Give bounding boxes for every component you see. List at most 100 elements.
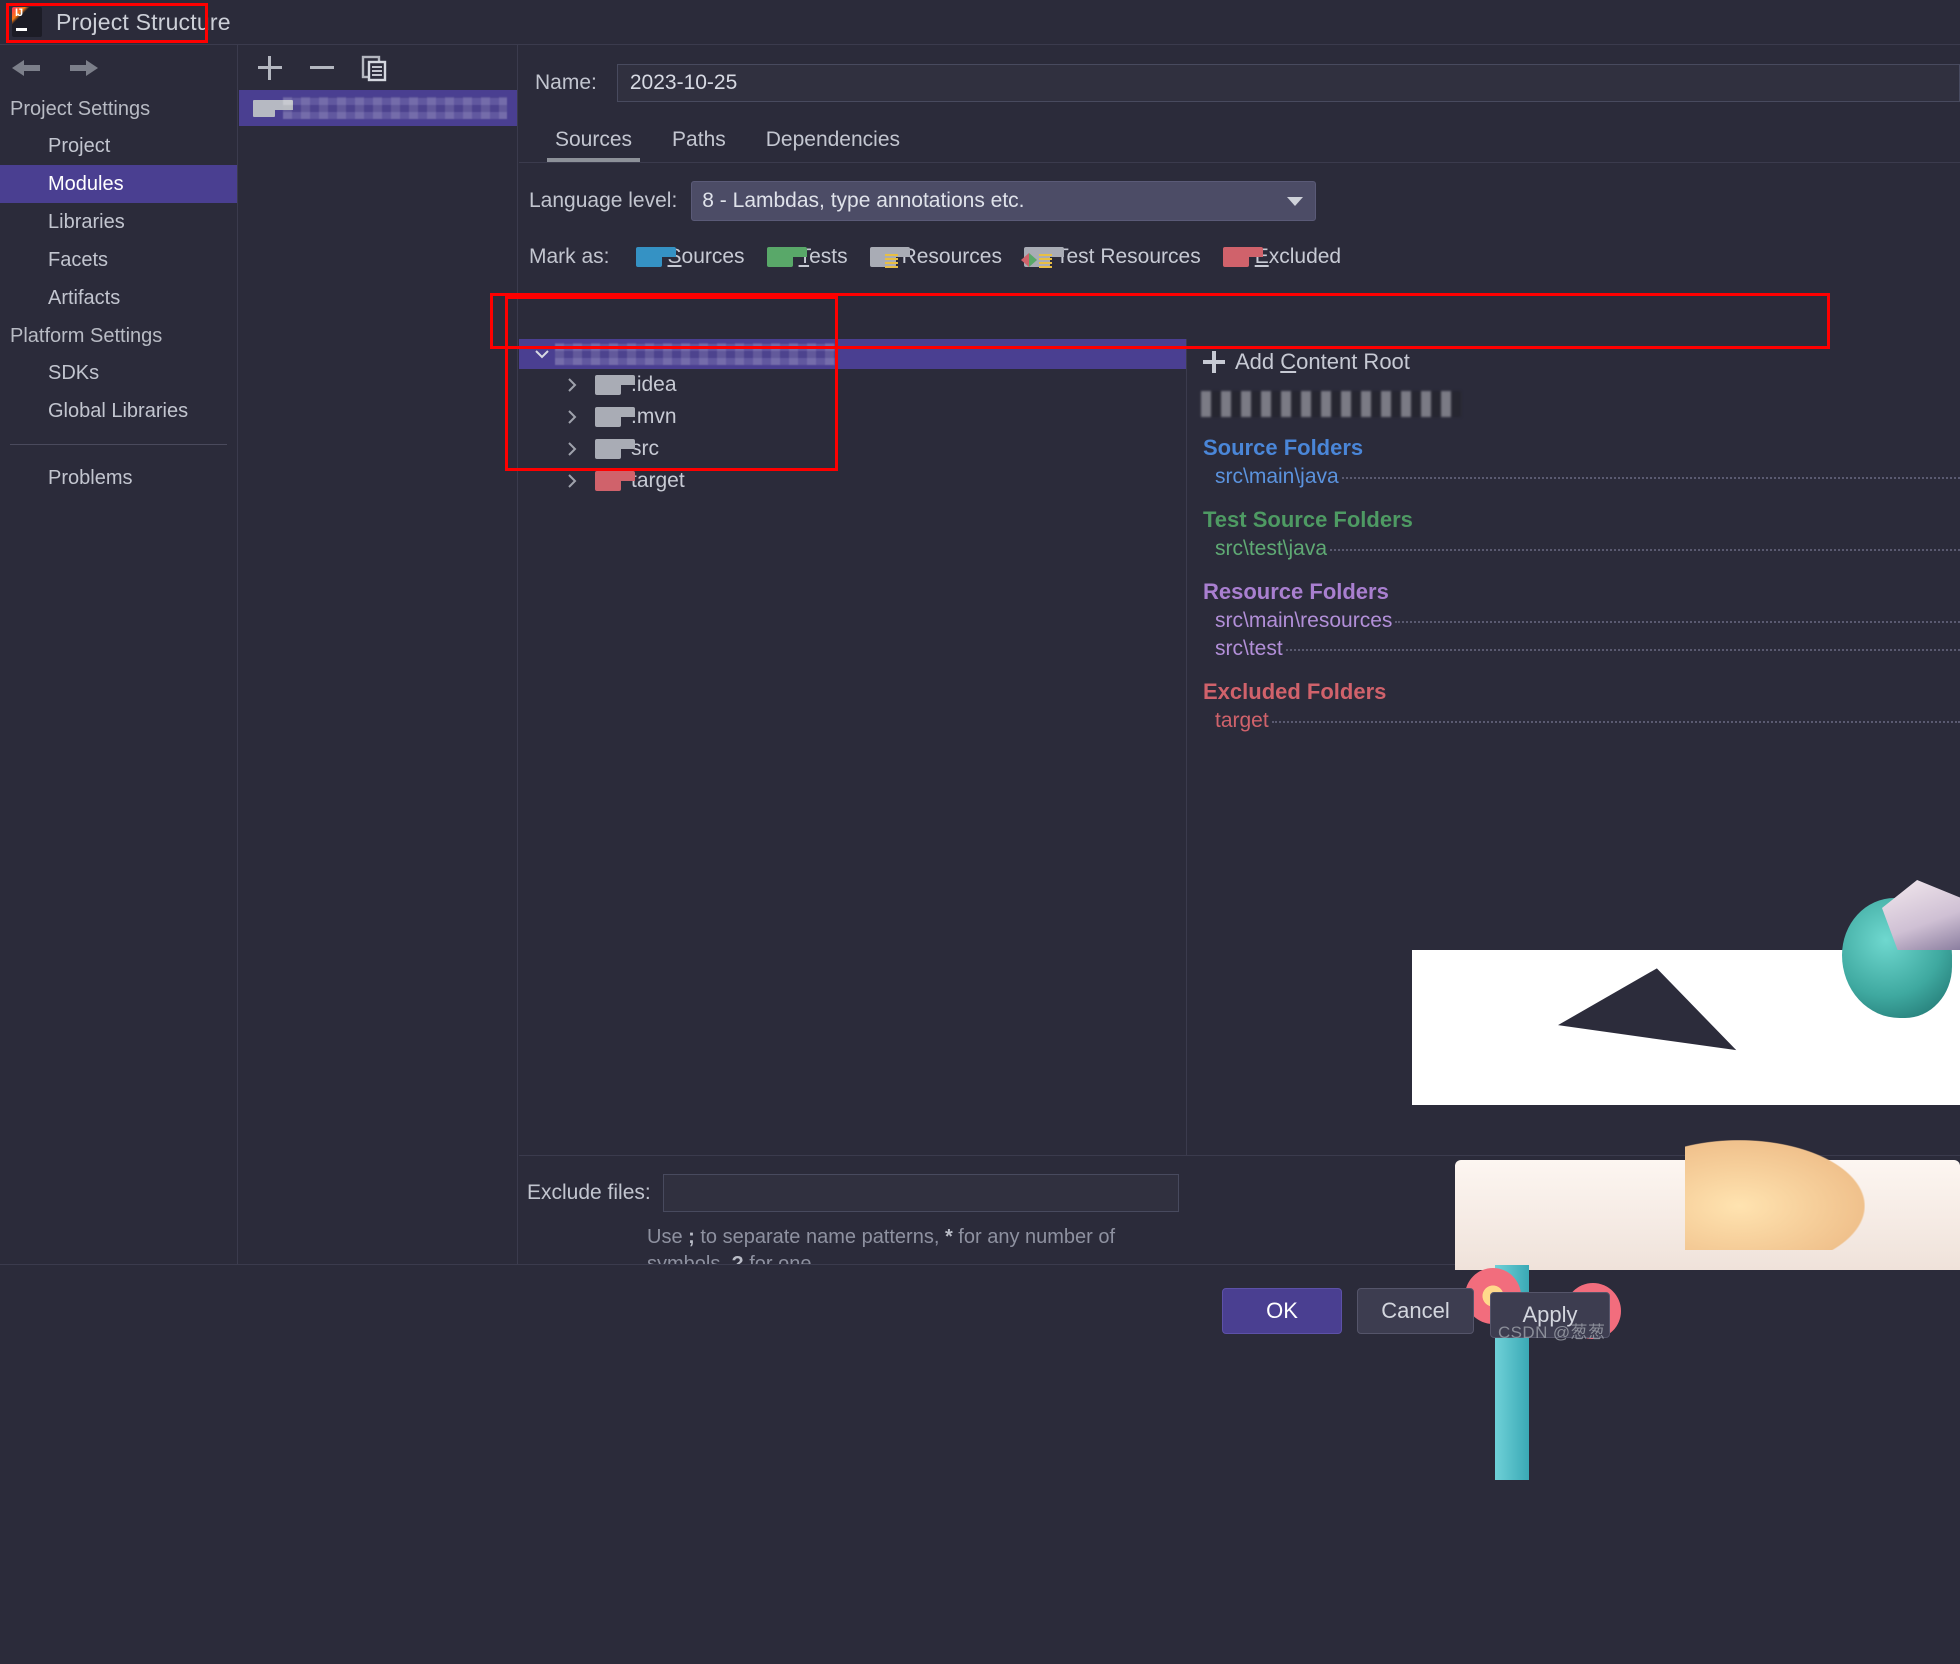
sidebar-divider bbox=[10, 444, 227, 445]
hint-text: Use bbox=[647, 1226, 689, 1248]
module-list-toolbar bbox=[239, 45, 517, 90]
mark-as-tests-button[interactable]: Tests bbox=[766, 245, 848, 269]
title-bar: Project Structure bbox=[0, 0, 1960, 45]
tree-root-label-redacted bbox=[555, 343, 835, 365]
tree-row[interactable]: .idea bbox=[519, 369, 1186, 401]
dotted-rule bbox=[1395, 621, 1960, 623]
sidebar-item-modules[interactable]: Modules bbox=[0, 165, 237, 203]
content-tree: .idea .mvn src target bbox=[519, 339, 1187, 1201]
sidebar-item-global-libraries[interactable]: Global Libraries bbox=[0, 392, 237, 430]
tab-dependencies[interactable]: Dependencies bbox=[746, 128, 920, 162]
cancel-button[interactable]: Cancel bbox=[1357, 1288, 1474, 1334]
tree-row-root[interactable] bbox=[519, 339, 1186, 369]
add-content-root-button[interactable]: Add Content Root bbox=[1187, 339, 1960, 385]
folder-green-icon bbox=[766, 247, 807, 267]
sidebar-item-facets[interactable]: Facets bbox=[0, 241, 237, 279]
folder-red-icon bbox=[595, 471, 635, 491]
name-label: Name: bbox=[535, 71, 597, 94]
arrow-left-icon[interactable] bbox=[8, 54, 44, 82]
module-name-row: Name: 2023-10-25 bbox=[519, 55, 1960, 111]
tree-item-label: .mvn bbox=[631, 405, 677, 428]
tree-item-label: src bbox=[631, 437, 659, 460]
resource-folder-path: src\main\resources bbox=[1215, 609, 1393, 632]
folder-gray-icon bbox=[595, 407, 635, 427]
sidebar-item-artifacts[interactable]: Artifacts bbox=[0, 279, 237, 317]
intellij-idea-icon bbox=[12, 7, 42, 37]
test-source-folder-item[interactable]: src\test\java bbox=[1203, 537, 1960, 561]
mark-as-excluded-button[interactable]: Excluded bbox=[1222, 245, 1341, 269]
dialog-footer bbox=[0, 1264, 1960, 1664]
exclude-files-input[interactable] bbox=[662, 1174, 1179, 1212]
navigation-buttons bbox=[0, 45, 237, 90]
module-name-redacted bbox=[283, 97, 507, 119]
test-source-folder-path: src\test\java bbox=[1215, 537, 1328, 560]
folder-resources-icon bbox=[869, 247, 910, 268]
hint-star: * bbox=[944, 1226, 953, 1248]
mark-as-row: Mark as: Sources Tests Resources Test Re… bbox=[519, 231, 1960, 283]
sidebar-group-platform-settings: Platform Settings bbox=[10, 325, 163, 347]
copy-icon[interactable] bbox=[359, 53, 389, 83]
tree-row[interactable]: .mvn bbox=[519, 401, 1186, 433]
project-structure-dialog: Project Structure Project Settings Proje… bbox=[0, 0, 1960, 1664]
resource-folder-item[interactable]: src\main\resources bbox=[1203, 609, 1960, 633]
exclude-files-label: Exclude files: bbox=[527, 1181, 651, 1204]
sidebar-item-libraries[interactable]: Libraries bbox=[0, 203, 237, 241]
folder-red-icon bbox=[1222, 247, 1263, 267]
mark-as-test-resources-label: Test Resources bbox=[1055, 245, 1201, 268]
list-item[interactable] bbox=[239, 90, 517, 126]
sidebar-item-problems[interactable]: Problems bbox=[0, 459, 237, 497]
excluded-folders-title: Excluded Folders bbox=[1203, 679, 1387, 704]
resource-folder-item[interactable]: src\test bbox=[1203, 637, 1960, 661]
mark-as-test-resources-button[interactable]: Test Resources bbox=[1020, 245, 1201, 269]
language-level-row: Language level: 8 - Lambdas, type annota… bbox=[519, 171, 1960, 231]
mark-as-sources-button[interactable]: Sources bbox=[635, 245, 745, 269]
ok-button[interactable]: OK bbox=[1222, 1288, 1342, 1334]
module-list-panel bbox=[239, 45, 518, 1264]
folder-test-resources-icon bbox=[1020, 247, 1064, 268]
hint-text: to separate name patterns, bbox=[694, 1226, 945, 1248]
hint-text: for any number of bbox=[952, 1226, 1116, 1248]
arrow-right-icon[interactable] bbox=[66, 54, 102, 82]
tree-row[interactable]: src bbox=[519, 433, 1186, 465]
tree-item-label: .idea bbox=[631, 373, 677, 396]
content-root-path-redacted bbox=[1201, 391, 1461, 417]
watermark: CSDN @葱葱 bbox=[1498, 1323, 1606, 1342]
module-name-input[interactable]: 2023-10-25 bbox=[616, 64, 1960, 102]
mark-as-resources-button[interactable]: Resources bbox=[869, 245, 1002, 269]
resource-folder-path: src\test bbox=[1215, 637, 1283, 660]
sidebar-item-sdks[interactable]: SDKs bbox=[0, 354, 237, 392]
hint-semicolon: ; bbox=[688, 1226, 695, 1248]
folder-icon bbox=[253, 99, 293, 117]
source-folders-group: Source Folders src\main\java bbox=[1203, 435, 1960, 489]
plus-icon bbox=[1203, 351, 1225, 373]
plus-icon[interactable] bbox=[255, 53, 285, 83]
folder-gray-icon bbox=[595, 439, 635, 459]
sidebar-item-project[interactable]: Project bbox=[0, 127, 237, 165]
mark-as-resources-label: Resources bbox=[901, 245, 1002, 268]
resource-folders-title: Resource Folders bbox=[1203, 579, 1389, 604]
tree-row[interactable]: target bbox=[519, 465, 1186, 497]
chevron-right-icon[interactable] bbox=[559, 404, 585, 430]
excluded-folders-group: Excluded Folders target bbox=[1203, 679, 1960, 733]
language-level-label: Language level: bbox=[529, 189, 678, 212]
language-level-select[interactable]: 8 - Lambdas, type annotations etc. bbox=[691, 181, 1317, 221]
chevron-down-icon bbox=[1287, 197, 1304, 206]
test-source-folders-title: Test Source Folders bbox=[1203, 507, 1413, 532]
module-tabs: Sources Paths Dependencies bbox=[519, 111, 1960, 163]
test-source-folders-group: Test Source Folders src\test\java bbox=[1203, 507, 1960, 561]
excluded-folder-path: target bbox=[1215, 709, 1269, 732]
dotted-rule bbox=[1285, 649, 1960, 651]
tree-item-label: target bbox=[631, 469, 685, 492]
chevron-right-icon[interactable] bbox=[559, 436, 585, 462]
excluded-folder-item[interactable]: target bbox=[1203, 709, 1960, 733]
source-folder-item[interactable]: src\main\java bbox=[1203, 465, 1960, 489]
dotted-rule bbox=[1330, 549, 1960, 551]
minus-icon[interactable] bbox=[307, 53, 337, 83]
chevron-right-icon[interactable] bbox=[559, 468, 585, 494]
chevron-right-icon[interactable] bbox=[559, 372, 585, 398]
tab-sources[interactable]: Sources bbox=[535, 128, 652, 162]
chevron-down-icon[interactable] bbox=[529, 341, 555, 367]
source-folder-path: src\main\java bbox=[1215, 465, 1339, 488]
tab-paths[interactable]: Paths bbox=[652, 128, 746, 162]
content-root-panel: Add Content Root Source Folders src\main… bbox=[1187, 339, 1960, 1201]
